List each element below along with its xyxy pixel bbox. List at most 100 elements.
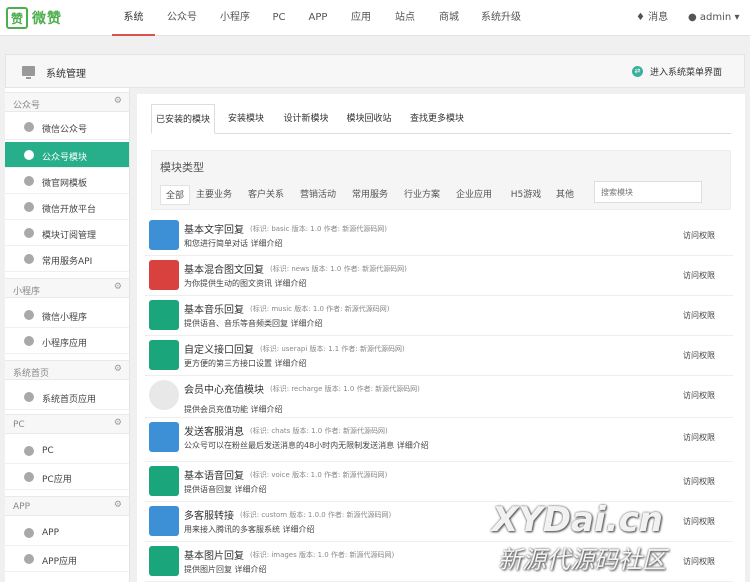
- nav-item-mini-program[interactable]: 小程序: [212, 0, 258, 36]
- book-icon: [149, 220, 179, 250]
- module-row[interactable]: 基本语音回复 (标识: voice 版本: 1.0 作者: 新源代源码网) 提供…: [145, 462, 733, 502]
- module-row[interactable]: 发送客服消息 (标识: chats 版本: 1.0 作者: 新源代源码网) 公众…: [145, 418, 733, 462]
- sidebar-item-app-apps[interactable]: APP应用: [5, 546, 129, 572]
- sidebar-item-pc[interactable]: PC: [5, 438, 129, 464]
- caret-down-icon: ▾: [734, 12, 740, 23]
- module-meta: (标识: voice 版本: 1.0 作者: 新源代源码网): [250, 471, 388, 479]
- speaker-icon: [149, 466, 179, 496]
- sidebar-item-label: 微官网模板: [42, 179, 88, 189]
- search-input[interactable]: [594, 181, 702, 203]
- logo[interactable]: 赞 微赞: [6, 7, 62, 29]
- switch-menu-link[interactable]: 进入系统菜单界面: [650, 65, 722, 78]
- sidebar-group-label: APP: [13, 502, 31, 512]
- home-app-icon: [24, 392, 34, 402]
- tab-install[interactable]: 安装模块: [221, 104, 271, 134]
- nav-item-system[interactable]: 系统: [112, 0, 155, 36]
- access-permission-link[interactable]: 访问权限: [683, 230, 715, 241]
- module-desc: 为你提供生动的图文资讯 详细介绍: [184, 279, 307, 288]
- sidebar-item-label: 常用服务API: [42, 257, 93, 267]
- user-menu[interactable]: ● admin ▾: [688, 0, 739, 36]
- access-permission-link[interactable]: 访问权限: [683, 476, 715, 487]
- module-type-title: 模块类型: [160, 161, 204, 174]
- sidebar-item-mini-apps[interactable]: 小程序应用: [5, 328, 129, 354]
- filter-enterprise[interactable]: 企业应用: [454, 185, 494, 205]
- platform-icon: [24, 202, 34, 212]
- nav-item-site[interactable]: 站点: [388, 0, 422, 36]
- sidebar-item-label: 微信开放平台: [42, 205, 97, 215]
- nav-item-pc[interactable]: PC: [266, 0, 292, 36]
- module-tabs: 已安装的模块 安装模块 设计新模块 模块回收站 查找更多模块: [151, 104, 731, 134]
- sidebar-item-subscription[interactable]: 模块订阅管理: [5, 220, 129, 246]
- nav-item-mall[interactable]: 商城: [432, 0, 466, 36]
- module-row[interactable]: 基本音乐回复 (标识: music 版本: 1.0 作者: 新源代源码网) 提供…: [145, 296, 733, 336]
- access-permission-link[interactable]: 访问权限: [683, 310, 715, 321]
- sidebar-item-label: 小程序应用: [42, 339, 88, 349]
- sidebar-item-label: 微信公众号: [42, 125, 88, 135]
- filter-industry[interactable]: 行业方案: [402, 185, 442, 205]
- bell-icon: ♦: [636, 12, 645, 23]
- sidebar-item-pc-apps[interactable]: PC应用: [5, 464, 129, 490]
- sidebar-item-home-apps[interactable]: 系统首页应用: [5, 384, 129, 410]
- sidebar-item-microsite-templates[interactable]: 微官网模板: [5, 168, 129, 194]
- access-permission-link[interactable]: 访问权限: [683, 270, 715, 281]
- gear-icon[interactable]: ⚙: [114, 364, 122, 374]
- filter-h5-games[interactable]: H5游戏: [506, 185, 546, 205]
- access-permission-link[interactable]: 访问权限: [683, 350, 715, 361]
- sidebar-item-wechat-account[interactable]: 微信公众号: [5, 114, 129, 140]
- monitor-icon: [22, 66, 35, 79]
- module-desc: 更方便的第三方接口设置 详细介绍: [184, 359, 307, 368]
- module-row[interactable]: 会员中心充值模块 (标识: recharge 版本: 1.0 作者: 新源代源码…: [145, 376, 733, 418]
- module-desc: 公众号可以在粉丝最后发送消息的48小时内无限制发送消息 详细介绍: [184, 441, 429, 450]
- speaker-icon: [149, 546, 179, 576]
- filter-main-business[interactable]: 主要业务: [194, 185, 234, 205]
- module-desc: 提供语音、音乐等音频类回复 详细介绍: [184, 319, 323, 328]
- template-icon: [24, 176, 34, 186]
- gear-icon[interactable]: ⚙: [114, 500, 122, 510]
- filter-services[interactable]: 常用服务: [350, 185, 390, 205]
- access-permission-link[interactable]: 访问权限: [683, 390, 715, 401]
- sidebar-item-label: APP: [42, 528, 60, 538]
- module-name: 基本语音回复: [184, 471, 244, 482]
- gear-icon[interactable]: ⚙: [114, 282, 122, 292]
- nav-item-upgrade[interactable]: 系统升级: [474, 0, 528, 36]
- module-row[interactable]: 基本文字回复 (标识: basic 版本: 1.0 作者: 新源代源码网) 和您…: [145, 216, 733, 256]
- sidebar-item-label: 模块订阅管理: [42, 231, 97, 241]
- sidebar-item-wechat-mini[interactable]: 微信小程序: [5, 302, 129, 328]
- nav-item-app[interactable]: APP: [302, 0, 334, 36]
- watermark: XYDai.cn 新源代源码社区: [492, 500, 742, 580]
- messages-link[interactable]: ♦ 消息: [636, 0, 668, 36]
- logo-icon: 赞: [6, 7, 28, 29]
- sidebar-item-account-modules[interactable]: 公众号模块: [5, 142, 129, 168]
- top-navbar: 赞 微赞 系统 公众号 小程序 PC APP 应用 站点 商城 系统升级 ♦ 消…: [0, 0, 750, 36]
- nav-item-official-account[interactable]: 公众号: [160, 0, 204, 36]
- sidebar-item-open-platform[interactable]: 微信开放平台: [5, 194, 129, 220]
- app-app-icon: [24, 554, 34, 564]
- sidebar-group-official-account: 公众号 ⚙: [5, 92, 129, 112]
- gear-icon[interactable]: ⚙: [114, 96, 122, 106]
- tab-installed[interactable]: 已安装的模块: [151, 104, 215, 134]
- watermark-line2: 新源代源码社区: [498, 546, 666, 574]
- sidebar-item-label: APP应用: [42, 557, 78, 567]
- module-desc: 提供会员充值功能 详细介绍: [184, 405, 283, 414]
- sidebar-item-label: PC应用: [42, 475, 72, 485]
- user-icon: ●: [688, 12, 697, 23]
- module-row[interactable]: 自定义接口回复 (标识: userapi 版本: 1.1 作者: 新源代源码网)…: [145, 336, 733, 376]
- access-permission-link[interactable]: 访问权限: [683, 432, 715, 443]
- tab-design[interactable]: 设计新模块: [277, 104, 335, 134]
- filter-marketing[interactable]: 营销活动: [298, 185, 338, 205]
- module-name: 基本图片回复: [184, 551, 244, 562]
- filter-other[interactable]: 其他: [552, 185, 578, 205]
- module-icon: [24, 150, 34, 160]
- sidebar-item-app[interactable]: APP: [5, 520, 129, 546]
- sidebar-group-label: PC: [13, 420, 25, 430]
- filter-all[interactable]: 全部: [160, 185, 190, 205]
- tab-recycle[interactable]: 模块回收站: [341, 104, 397, 134]
- book-icon: [149, 506, 179, 536]
- module-row[interactable]: 基本混合图文回复 (标识: news 版本: 1.0 作者: 新源代源码网) 为…: [145, 256, 733, 296]
- filter-customer[interactable]: 客户关系: [246, 185, 286, 205]
- nav-item-apps[interactable]: 应用: [344, 0, 378, 36]
- gear-icon[interactable]: ⚙: [114, 418, 122, 428]
- tab-find-more[interactable]: 查找更多模块: [403, 104, 471, 134]
- module-type-filter: 模块类型 全部 主要业务 客户关系 营销活动 常用服务 行业方案 企业应用 H5…: [151, 150, 731, 210]
- sidebar-item-service-api[interactable]: 常用服务API: [5, 246, 129, 272]
